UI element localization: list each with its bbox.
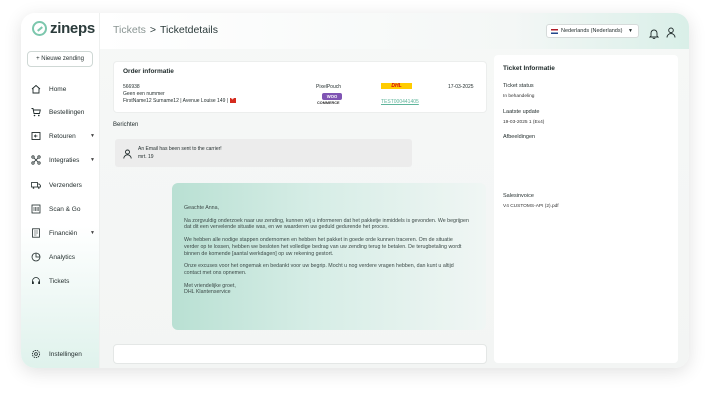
ticket-info-panel: Ticket Informatie Ticket status In behan… bbox=[494, 55, 678, 363]
email-message: Geachte Anna, Na zorgvuldig onderzoek na… bbox=[172, 183, 486, 330]
sidebar-item-label: Tickets bbox=[49, 277, 70, 285]
last-update-value: 19-03-2025 1 (Ex4) bbox=[503, 120, 545, 125]
sidebar-item-scan-go[interactable]: Scan & Go bbox=[31, 203, 95, 215]
logo-icon bbox=[32, 21, 47, 36]
headset-icon bbox=[31, 276, 41, 286]
sidebar-item-label: Scan & Go bbox=[49, 205, 81, 213]
sidebar: zineps + Nieuwe zending Home Bestellinge… bbox=[21, 13, 100, 368]
order-address-text: FirstName12 Surname12 | Avenue Louise 14… bbox=[123, 98, 229, 104]
sidebar-item-instellingen[interactable]: Instellingen bbox=[31, 348, 95, 360]
main-content: Tickets > Ticketdetails Nederlands (Nede… bbox=[100, 13, 689, 368]
order-address: FirstName12 Surname12 | Avenue Louise 14… bbox=[123, 96, 237, 104]
order-number: 566938 bbox=[123, 84, 140, 90]
truck-icon bbox=[31, 180, 41, 190]
netherlands-flag-icon bbox=[551, 28, 558, 34]
order-reference: Geen een nummer bbox=[123, 91, 165, 97]
user-icon bbox=[123, 146, 132, 164]
sidebar-item-analytics[interactable]: Analytics bbox=[31, 251, 95, 263]
email-body: Geachte Anna, Na zorgvuldig onderzoek na… bbox=[184, 205, 469, 296]
sidebar-item-home[interactable]: Home bbox=[31, 83, 95, 95]
chevron-down-icon: ▼ bbox=[90, 133, 95, 139]
sidebar-item-retouren[interactable]: Retouren ▼ bbox=[31, 130, 95, 142]
return-icon bbox=[31, 131, 41, 141]
woocommerce-logo: WOO bbox=[322, 93, 342, 100]
integrations-icon bbox=[31, 155, 41, 165]
notice-message: An Email has been sent to the carrier! bbox=[138, 146, 222, 152]
ticket-info-title: Ticket Informatie bbox=[503, 65, 555, 72]
sales-invoice-file[interactable]: V4 CUSTOMS-API (2).pdf bbox=[503, 204, 559, 209]
sidebar-item-label: Verzenders bbox=[49, 181, 82, 189]
dhl-logo-text: DHL bbox=[391, 83, 402, 89]
ticket-status-label: Ticket status bbox=[503, 83, 534, 89]
topbar: Tickets > Ticketdetails Nederlands (Nede… bbox=[100, 13, 689, 49]
tracking-link[interactable]: TEST000441405 bbox=[381, 99, 419, 105]
user-icon[interactable] bbox=[666, 25, 676, 43]
logo-text: zineps bbox=[50, 20, 95, 37]
email-closing: Met vriendelijke groet, bbox=[184, 282, 236, 289]
notice-date: mrt. 19 bbox=[138, 153, 154, 160]
sidebar-item-bestellingen[interactable]: Bestellingen bbox=[31, 106, 95, 118]
chevron-down-icon: ▼ bbox=[628, 28, 633, 34]
sidebar-item-label: Financiën bbox=[49, 229, 78, 237]
app-window: zineps + Nieuwe zending Home Bestellinge… bbox=[21, 13, 689, 368]
email-paragraph-2: We hebben alle nodige stappen ondernomen… bbox=[184, 237, 462, 257]
messages-label: Berichten bbox=[113, 122, 139, 128]
dhl-logo: DHL bbox=[381, 83, 412, 89]
email-greeting: Geachte Anna, bbox=[184, 205, 220, 211]
sidebar-item-label: Analytics bbox=[49, 253, 76, 261]
swiss-flag-icon bbox=[230, 96, 237, 104]
gear-icon bbox=[31, 349, 41, 359]
woocommerce-logo-sub: COMMERCE bbox=[317, 101, 340, 105]
bell-icon[interactable] bbox=[648, 26, 660, 44]
ticket-status-value: In behandeling bbox=[503, 94, 535, 99]
logo[interactable]: zineps bbox=[32, 20, 95, 37]
chevron-down-icon: ▼ bbox=[90, 157, 95, 163]
email-sent-notice: An Email has been sent to the carrier! m… bbox=[115, 139, 412, 167]
order-date: 17-03-2025 bbox=[448, 84, 474, 90]
language-select[interactable]: Nederlands (Nederlands) ▼ bbox=[546, 24, 639, 38]
sidebar-item-verzenders[interactable]: Verzenders bbox=[31, 179, 95, 191]
sidebar-item-label: Retouren bbox=[49, 132, 76, 140]
sidebar-item-label: Instellingen bbox=[49, 350, 82, 358]
breadcrumb-tickets-link[interactable]: Tickets bbox=[113, 24, 146, 36]
email-paragraph-3: Onze excuses voor het ongemak en bedankt… bbox=[184, 263, 454, 276]
analytics-icon bbox=[31, 252, 41, 262]
breadcrumb: Tickets > Ticketdetails bbox=[113, 24, 218, 36]
sidebar-item-label: Bestellingen bbox=[49, 108, 85, 116]
cart-icon bbox=[31, 107, 41, 117]
finance-icon bbox=[31, 228, 41, 238]
email-paragraph-1: Na zorgvuldig onderzoek naar uw zending,… bbox=[184, 217, 469, 231]
language-value: Nederlands (Nederlands) bbox=[561, 28, 623, 34]
message-input[interactable] bbox=[113, 344, 487, 364]
sidebar-item-label: Integraties bbox=[49, 156, 80, 164]
shop-name: PixelPouch bbox=[316, 84, 342, 90]
breadcrumb-separator: > bbox=[149, 24, 157, 36]
email-signature: DHL Klantenservice bbox=[184, 289, 231, 296]
sidebar-item-integraties[interactable]: Integraties ▼ bbox=[31, 154, 95, 166]
last-update-label: Laatste update bbox=[503, 109, 540, 115]
chevron-down-icon: ▼ bbox=[90, 230, 95, 236]
home-icon bbox=[31, 84, 41, 94]
images-label: Afbeeldingen bbox=[503, 134, 536, 140]
sidebar-item-financien[interactable]: Financiën ▼ bbox=[31, 227, 95, 239]
sidebar-item-tickets[interactable]: Tickets bbox=[31, 275, 95, 287]
sales-invoice-label: Salesinvoice bbox=[503, 193, 534, 199]
order-info-title: Order informatie bbox=[123, 68, 174, 75]
notice-text: An Email has been sent to the carrier! m… bbox=[138, 146, 222, 161]
new-shipment-button[interactable]: + Nieuwe zending bbox=[27, 51, 93, 67]
page-title: Ticketdetails bbox=[160, 24, 218, 36]
sidebar-item-label: Home bbox=[49, 85, 67, 93]
scan-icon bbox=[31, 204, 41, 214]
order-info-card: Order informatie 566938 Geen een nummer … bbox=[113, 61, 487, 113]
